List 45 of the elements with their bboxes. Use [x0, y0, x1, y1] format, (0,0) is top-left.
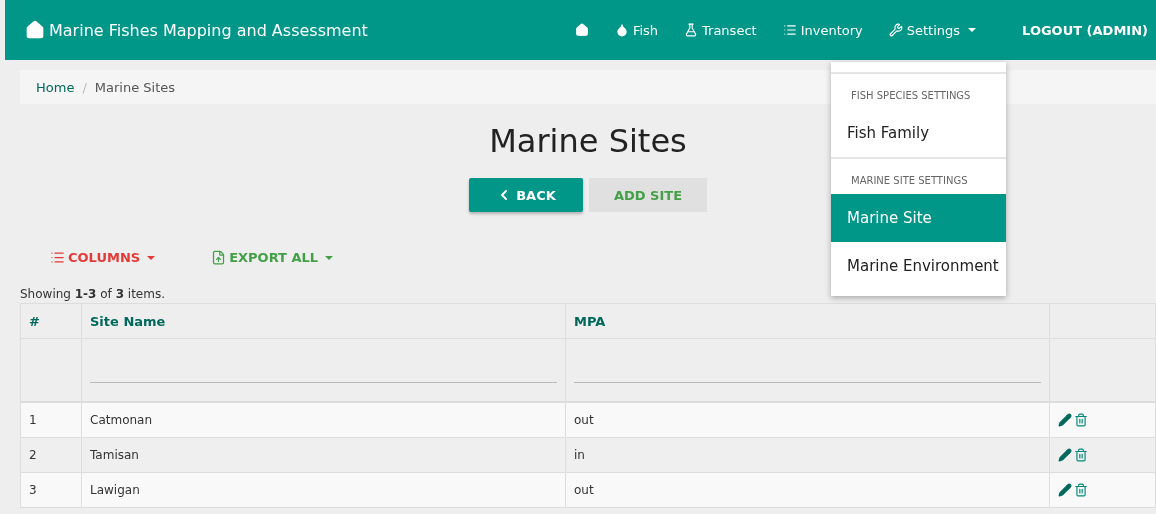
delete-icon[interactable]	[1074, 483, 1088, 497]
nav-link[interactable]: Transect	[684, 22, 757, 38]
breadcrumb-current: Marine Sites	[94, 79, 176, 95]
home-link[interactable]	[574, 23, 589, 37]
nav-link[interactable]: Settings	[888, 22, 977, 38]
menu-item[interactable]: Fish Family	[831, 109, 1006, 157]
delete-icon[interactable]	[1074, 413, 1088, 427]
table-cell: Tamisan	[81, 437, 566, 473]
breadcrumb-link[interactable]: Home	[36, 79, 75, 95]
edit-icon[interactable]	[1058, 483, 1072, 497]
nav-link[interactable]: Inventory	[782, 22, 863, 38]
menu-item[interactable]: Marine Environment	[831, 242, 1006, 290]
home-icon	[574, 23, 589, 37]
list-icon	[50, 250, 65, 265]
summary-text: Showing 1-3 of 3 items.	[20, 287, 166, 301]
table-cell: out	[565, 402, 1050, 438]
logout-link[interactable]: LOGOUT (ADMIN)	[1022, 22, 1148, 38]
table-cell: 3	[20, 472, 82, 508]
column-header[interactable]: Site Name	[81, 303, 566, 339]
edit-icon[interactable]	[1058, 413, 1072, 427]
add-site-button[interactable]: ADD SITE	[589, 178, 707, 212]
edit-icon[interactable]	[1058, 448, 1072, 462]
breadcrumb-separator: /	[82, 79, 87, 95]
home-icon	[25, 20, 45, 40]
column-header[interactable]: #	[20, 303, 82, 339]
table-cell: Lawigan	[81, 472, 566, 508]
table-cell: 1	[20, 402, 82, 438]
export-icon	[211, 250, 227, 265]
list-icon	[782, 23, 797, 37]
columns-dropdown[interactable]: COLUMNS	[50, 250, 156, 265]
column-header[interactable]: MPA	[565, 303, 1050, 339]
menu-item[interactable]: Marine Site	[831, 194, 1006, 242]
brand-link[interactable]: Marine Fishes Mapping and Assessment	[25, 20, 575, 40]
wrench-icon	[888, 23, 903, 37]
table-cell: 2	[20, 437, 82, 473]
export-dropdown[interactable]: EXPORT ALL	[211, 250, 334, 265]
table-cell: Catmonan	[81, 402, 566, 438]
back-button[interactable]: BACK	[469, 178, 583, 212]
droplet-icon	[614, 23, 629, 37]
nav-link[interactable]: Fish	[614, 22, 659, 38]
flask-icon	[684, 23, 699, 37]
table-cell: in	[565, 437, 1050, 473]
table-cell: out	[565, 472, 1050, 508]
page-title: Marine Sites	[489, 122, 687, 160]
delete-icon[interactable]	[1074, 448, 1088, 462]
